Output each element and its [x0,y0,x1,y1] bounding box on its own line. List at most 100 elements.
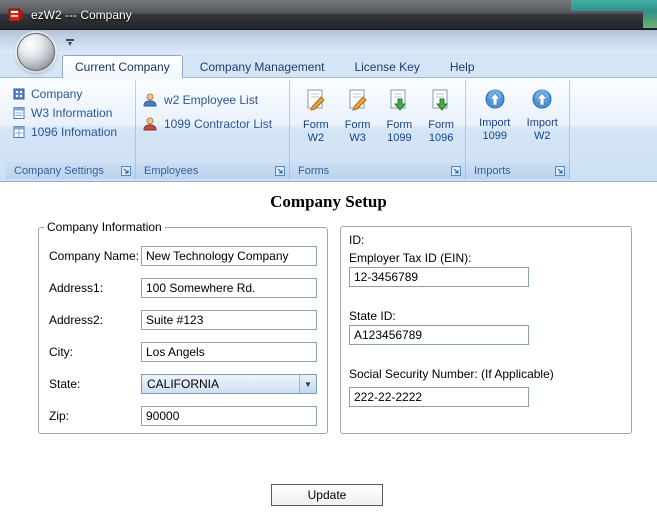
dialog-launcher-icon[interactable] [121,165,131,176]
ribbon-button-import-w2[interactable]: Import W2 [520,86,566,143]
group-label: Imports [474,164,511,177]
group-employees: w2 Employee List 1099 Contractor List Em… [136,80,290,179]
import-icon [484,88,506,114]
state-select[interactable]: CALIFORNIA ▼ [141,374,317,394]
form-row: City: [39,342,327,364]
zip-input[interactable] [141,406,317,426]
tab-current-company[interactable]: Current Company [62,55,183,78]
desktop-background [643,11,657,28]
ribbon-button-import-1099[interactable]: Import 1099 [472,86,518,143]
button-label-line2: 1099 [482,130,507,142]
ein-label: Employer Tax ID (EIN): [349,251,472,265]
tab-license-key[interactable]: License Key [341,55,432,77]
ssn-input[interactable] [349,387,529,407]
form-row: Address1: [39,278,327,300]
state-select-value: CALIFORNIA [147,377,220,391]
group-footer-imports: Imports [466,162,569,179]
window-frame [0,30,657,54]
dialog-launcher-icon[interactable] [275,165,285,176]
dialog-launcher-icon[interactable] [555,165,565,176]
address2-input[interactable] [141,310,317,330]
button-label-line1: Form [303,119,329,131]
id-groupbox: ID: Employer Tax ID (EIN): State ID: Soc… [340,226,632,434]
state-label: State: [49,377,81,391]
form-row: State: CALIFORNIA ▼ [39,374,327,396]
button-label-line2: W2 [534,130,551,142]
button-label-line2: W2 [307,132,325,144]
application-menu-button[interactable] [17,33,55,71]
dialog-launcher-icon[interactable] [451,165,461,176]
city-input[interactable] [141,342,317,362]
contractor-icon [143,117,157,131]
company-name-input[interactable] [141,246,317,266]
update-button[interactable]: Update [271,484,383,506]
ribbon-item-1099-contractor-list[interactable]: 1099 Contractor List [142,112,285,136]
group-footer-forms: Forms [290,162,465,179]
page-title: Company Setup [270,192,387,211]
app-icon [8,7,24,23]
button-label-line1: Import [526,117,558,129]
form-row: Address2: [39,310,327,332]
zip-label: Zip: [49,409,70,423]
chevron-down-icon: ▼ [66,40,74,48]
form-edit-icon [304,88,328,116]
employee-icon [143,93,157,107]
id-heading: ID: [349,233,365,247]
address1-input[interactable] [141,278,317,298]
quick-access-toolbar-button[interactable]: ▼ [62,36,78,50]
ribbon-item-w2-employee-list[interactable]: w2 Employee List [142,88,285,112]
button-label-line1: Import [479,117,511,129]
ribbon: Company W3 Information 1096 Infomation C… [0,78,657,182]
button-label-line1: Form [344,119,371,131]
group-label: Employees [144,164,199,177]
desktop-background [571,0,657,11]
ribbon-item-w3-information[interactable]: W3 Information [12,103,131,122]
ribbon-item-label: w2 Employee List [164,93,259,107]
form-print-icon [387,88,411,116]
button-label-line2: 1099 [387,132,412,144]
group-footer-company-settings: Company Settings [6,162,135,179]
button-label-line2: W3 [349,132,366,144]
group-imports: Import 1099 Import W2 Imports [466,80,570,179]
state-id-label: State ID: [349,309,396,323]
ribbon-item-label: Company [31,86,83,101]
window-title: ezW2 --- Company [31,7,132,22]
1096-information-icon [13,125,25,138]
state-id-input[interactable] [349,325,529,345]
tab-company-management[interactable]: Company Management [187,55,338,77]
title-bar: ezW2 --- Company [0,0,657,30]
ribbon-item-label: 1099 Contractor List [164,117,273,131]
company-information-groupbox: Company Information Company Name: Addres… [38,220,328,434]
chevron-down-icon: ▼ [299,375,316,393]
address2-label: Address2: [49,313,104,327]
company-information-legend: Company Information [47,220,162,234]
city-label: City: [49,345,73,359]
form-print-icon [429,88,453,116]
group-label: Company Settings [14,164,104,177]
ribbon-item-label: 1096 Infomation [31,124,118,139]
main-content: Company Setup Company Information Compan… [0,182,657,528]
company-icon [13,88,25,99]
form-row: Zip: [39,406,327,428]
button-label-line1: Form [428,119,454,131]
ribbon-button-form-1096[interactable]: Form 1096 [421,86,461,145]
group-forms: Form W2 Form W3 Form 1099 Form 1096 Form… [290,80,466,179]
import-icon [531,88,553,114]
ribbon-item-1096-information[interactable]: 1096 Infomation [12,122,131,141]
ribbon-button-form-w2[interactable]: Form W2 [296,86,336,145]
ribbon-item-label: W3 Information [31,105,113,120]
ein-input[interactable] [349,267,529,287]
ribbon-item-company[interactable]: Company [12,84,131,103]
button-label-line1: Form [386,119,413,131]
ribbon-button-form-1099[interactable]: Form 1099 [380,86,420,145]
ribbon-tab-bar: Current Company Company Management Licen… [0,54,657,78]
group-label: Forms [298,164,330,177]
ribbon-button-form-w3[interactable]: Form W3 [338,86,378,145]
button-label-line2: 1096 [428,132,454,144]
ssn-label: Social Security Number: (If Applicable) [349,367,554,381]
group-company-settings: Company W3 Information 1096 Infomation C… [6,80,136,179]
tab-help[interactable]: Help [437,55,488,77]
address1-label: Address1: [49,281,104,295]
company-name-label: Company Name: [49,249,140,263]
form-edit-icon [346,88,370,116]
